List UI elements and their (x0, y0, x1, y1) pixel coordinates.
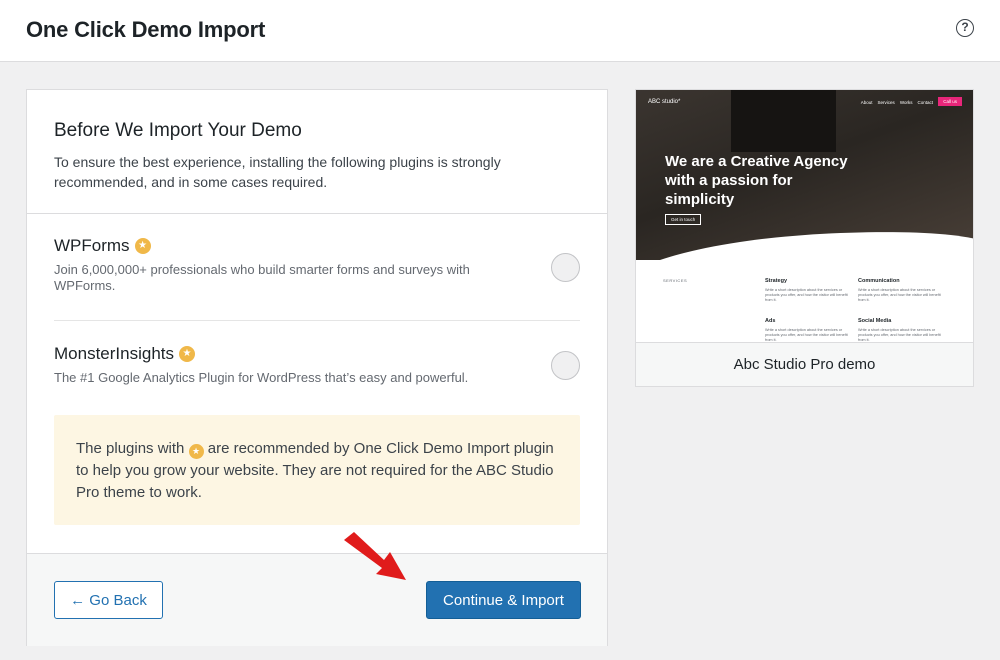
demo-brand: ABC studio* (648, 99, 681, 105)
page-title: One Click Demo Import (26, 17, 266, 42)
demo-nav-item: Works (899, 100, 913, 105)
demo-service-text: Write a short description about the serv… (765, 288, 848, 302)
intro-heading: Before We Import Your Demo (54, 120, 302, 141)
menu-board (731, 90, 836, 152)
help-icon[interactable]: ? (956, 19, 974, 37)
demo-nav-item: Contact (917, 100, 933, 105)
demo-service-title: Communication (858, 278, 900, 284)
plugin-select-toggle[interactable] (551, 351, 580, 380)
demo-service-text: Write a short description about the serv… (858, 288, 941, 302)
demo-caption: Abc Studio Pro demo (636, 342, 973, 386)
intro-section: Before We Import Your Demo To ensure the… (27, 90, 607, 214)
star-icon: ★ (134, 238, 151, 254)
demo-screenshot: ABC studio* About Services Works Contact… (636, 90, 973, 342)
divider (54, 320, 580, 321)
demo-nav-item: Services (877, 100, 895, 105)
plugin-name: MonsterInsights (54, 344, 174, 363)
demo-service-text: Write a short description about the serv… (858, 328, 941, 342)
plugin-wpforms[interactable]: WPForms ★ Join 6,000,000+ professionals … (54, 236, 580, 294)
go-back-button[interactable]: ← Go Back (54, 581, 163, 619)
notice-text-before: The plugins with (76, 440, 185, 457)
plugin-name: WPForms (54, 236, 130, 255)
demo-nav-item: About (860, 100, 873, 105)
demo-service-title: Social Media (858, 318, 892, 324)
plugin-name-row: MonsterInsights ★ (54, 344, 580, 364)
star-icon: ★ (179, 346, 195, 362)
plugin-name-row: WPForms ★ (54, 236, 580, 256)
plugin-description: Join 6,000,000+ professionals who build … (54, 262, 470, 293)
demo-cta: Call us (938, 97, 962, 106)
recommendation-notice: The plugins with ★ are recommended by On… (54, 415, 580, 525)
demo-preview-card[interactable]: ABC studio* About Services Works Contact… (635, 89, 974, 387)
plugin-monsterinsights[interactable]: MonsterInsights ★ The #1 Google Analytic… (54, 344, 580, 386)
plugin-description: The #1 Google Analytics Plugin for WordP… (54, 370, 469, 385)
continue-import-button[interactable]: Continue & Import (426, 581, 581, 619)
plugin-select-toggle[interactable] (551, 253, 580, 282)
demo-services-label: SERVICES (663, 278, 688, 283)
star-icon: ★ (188, 444, 204, 459)
demo-service-text: Write a short description about the serv… (765, 328, 848, 342)
demo-hero-button: Get in touch (665, 214, 702, 225)
demo-service-title: Ads (765, 318, 776, 324)
intro-text: To ensure the best experience, installin… (54, 154, 501, 190)
card-footer: ← Go Back Continue & Import (27, 553, 607, 646)
demo-hero-title: We are a Creative Agency with a passion … (665, 153, 848, 208)
demo-service-title: Strategy (765, 278, 788, 284)
demo-nav: About Services Works Contact (861, 100, 933, 105)
red-arrow-pointer-icon (344, 532, 406, 580)
plugin-install-card: Before We Import Your Demo To ensure the… (26, 89, 608, 646)
page-header: One Click Demo Import ? (0, 0, 1000, 62)
